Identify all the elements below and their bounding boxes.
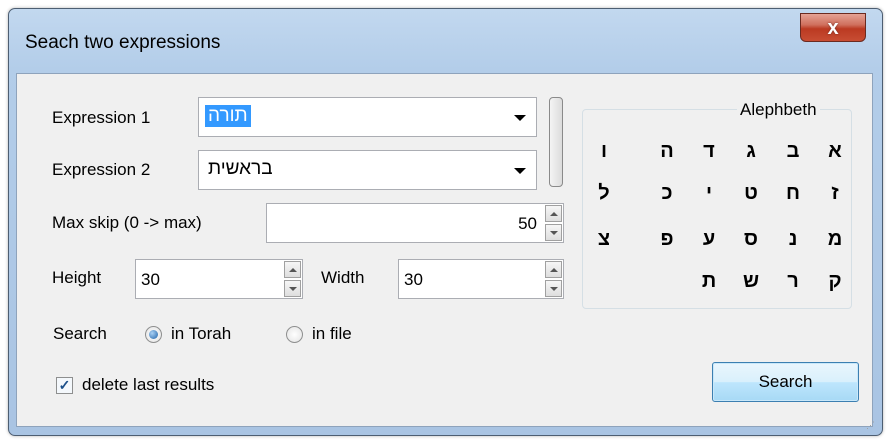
delete-results-label[interactable]: delete last results <box>82 375 214 395</box>
width-label: Width <box>321 268 365 287</box>
letter-button[interactable]: נ <box>779 228 807 251</box>
expression2-combobox[interactable]: בראשית <box>198 150 537 190</box>
delete-results-checkbox[interactable]: ✓ <box>56 377 73 394</box>
height-value[interactable]: 30 <box>141 270 160 290</box>
resize-grip-icon[interactable]: ⋰ <box>866 420 878 432</box>
expression2-value[interactable]: בראשית <box>205 158 276 180</box>
letter-button[interactable]: ע <box>695 228 723 251</box>
letter-button[interactable]: ז <box>821 182 849 205</box>
letter-button[interactable]: ג <box>737 140 765 163</box>
maxskip-stepper[interactable]: 50 <box>266 203 564 243</box>
spin-down-icon[interactable] <box>545 280 562 297</box>
height-label: Height <box>52 268 102 287</box>
letter-button[interactable]: ש <box>737 270 765 293</box>
radio-in-file[interactable] <box>286 326 303 343</box>
letter-button[interactable]: ק <box>821 270 849 293</box>
letter-button[interactable]: ב <box>779 140 807 163</box>
letter-button[interactable]: ת <box>695 270 723 293</box>
expression1-combobox[interactable]: תורה <box>198 97 537 137</box>
letter-button[interactable]: ס <box>737 228 765 251</box>
search-button[interactable]: Search <box>712 362 859 402</box>
scrollbar-thumb[interactable] <box>549 97 563 187</box>
spin-up-icon[interactable] <box>545 261 562 278</box>
width-stepper[interactable]: 30 <box>398 259 564 299</box>
radio-in-torah-label[interactable]: in Torah <box>171 324 231 344</box>
spin-down-icon[interactable] <box>545 224 562 241</box>
chevron-down-icon[interactable] <box>514 168 526 174</box>
radio-in-torah[interactable] <box>145 326 162 343</box>
height-stepper[interactable]: 30 <box>135 259 303 299</box>
maxskip-value[interactable]: 50 <box>518 214 537 234</box>
letter-button[interactable]: ל <box>590 182 618 205</box>
expression2-label: Expression 2 <box>52 160 151 179</box>
search-label: Search <box>53 324 107 343</box>
expression1-value[interactable]: תורה <box>205 105 251 127</box>
radio-in-file-label[interactable]: in file <box>312 324 352 344</box>
letter-button[interactable]: ח <box>779 182 807 205</box>
letter-button[interactable]: צ <box>590 228 618 251</box>
width-value[interactable]: 30 <box>404 270 423 290</box>
close-button[interactable]: x <box>800 13 866 42</box>
letter-button[interactable]: ה <box>653 140 681 163</box>
window-title: Seach two expressions <box>25 32 221 53</box>
letter-button[interactable]: מ <box>821 228 849 251</box>
letter-button[interactable]: א <box>821 140 849 163</box>
alephbeth-title: Alephbeth <box>737 100 820 120</box>
letter-button[interactable]: י <box>695 182 723 205</box>
spin-up-icon[interactable] <box>545 205 562 222</box>
letter-button[interactable]: ר <box>779 270 807 293</box>
letter-button[interactable]: פ <box>653 228 681 251</box>
letter-button[interactable]: ט <box>737 182 765 205</box>
spin-down-icon[interactable] <box>284 280 301 297</box>
close-icon: x <box>827 16 839 39</box>
letter-button[interactable]: ד <box>695 140 723 163</box>
expression1-label: Expression 1 <box>52 108 151 127</box>
maxskip-label: Max skip (0 -> max) <box>52 213 202 232</box>
spin-up-icon[interactable] <box>284 261 301 278</box>
letter-button[interactable]: כ <box>653 182 681 205</box>
letter-button[interactable]: ו <box>590 140 618 163</box>
chevron-down-icon[interactable] <box>514 115 526 121</box>
